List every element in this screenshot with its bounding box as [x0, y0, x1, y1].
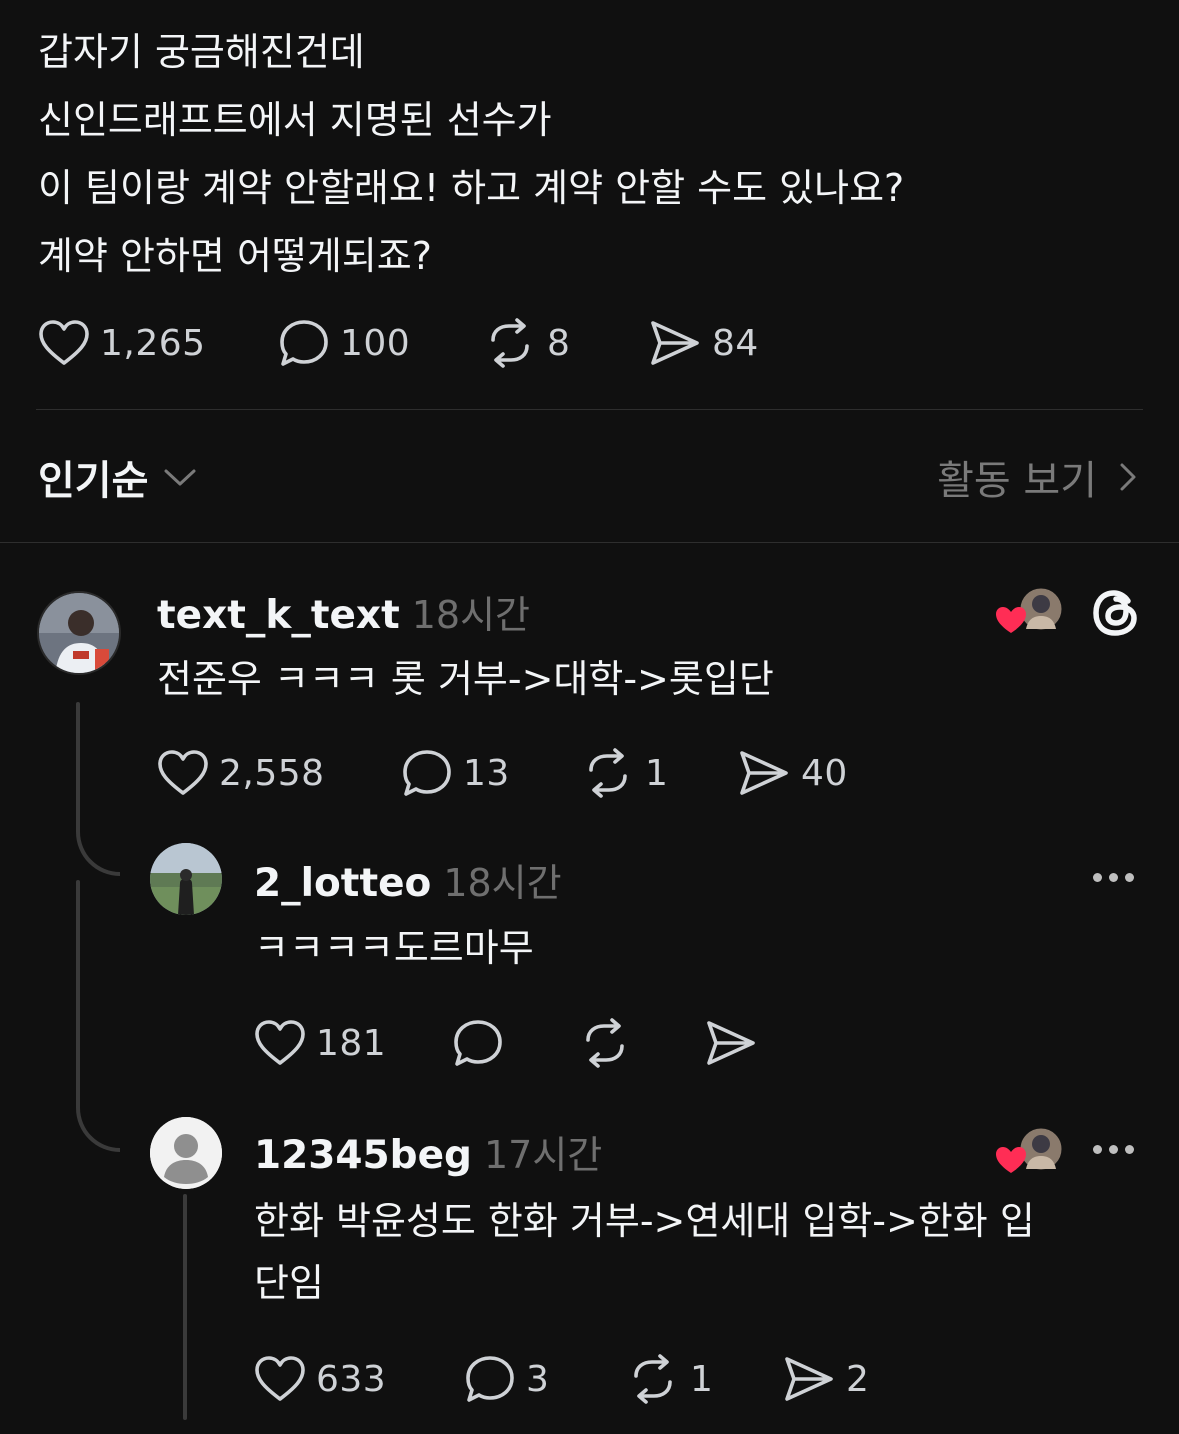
avatar[interactable] [150, 1117, 222, 1189]
avatar[interactable] [150, 843, 222, 915]
reply-text: 한화 박윤성도 한화 거부->연세대 입학->한화 입 단임 [254, 1190, 1134, 1314]
reply-text-line: 한화 박윤성도 한화 거부->연세대 입학->한화 입 [254, 1199, 1035, 1243]
post-action-bar: 1,265 100 8 84 [38, 318, 759, 368]
like-count: 181 [316, 1022, 387, 1064]
like-count: 1,265 [100, 322, 206, 364]
threads-logo-icon[interactable] [1090, 587, 1142, 643]
thread-line [76, 702, 80, 820]
reply-text: ㅋㅋㅋㅋ도르마무 [254, 926, 534, 970]
paper-plane-icon [651, 321, 699, 365]
speech-bubble-icon [466, 1356, 514, 1402]
chevron-right-icon [1120, 463, 1136, 491]
repost-count: 8 [547, 322, 571, 364]
comment-button[interactable] [452, 1018, 578, 1068]
repost-arrows-icon [586, 1018, 624, 1068]
author-liked-badge [994, 1125, 1068, 1177]
comment-button[interactable]: 13 [401, 748, 581, 798]
username[interactable]: 2_lotteo [254, 861, 431, 906]
post-text-line: 이 팀이랑 계약 안할래요! 하고 계약 안할 수도 있나요? [38, 166, 905, 210]
reply-action-bar: 181 [254, 1018, 758, 1068]
share-count: 40 [801, 752, 848, 794]
post-text-line: 계약 안하면 어떻게되죠? [38, 234, 432, 278]
comment-count: 100 [340, 322, 411, 364]
paper-plane-icon [707, 1021, 755, 1065]
reply-header: text_k_text 18시간 [157, 584, 530, 639]
thread-line [183, 1194, 187, 1420]
repost-button[interactable] [578, 1018, 704, 1068]
thread-line [76, 880, 80, 1100]
reply-action-bar: 633 3 1 2 [254, 1354, 869, 1404]
timestamp: 18시간 [443, 861, 562, 905]
divider [36, 409, 1143, 410]
comment-button[interactable]: 100 [278, 318, 483, 368]
share-count: 2 [846, 1358, 870, 1400]
username[interactable]: 12345beg [254, 1133, 472, 1178]
comment-count: 13 [463, 752, 510, 794]
default-avatar-icon [150, 1117, 222, 1189]
liked-by-author-icon [996, 585, 1065, 633]
like-count: 2,558 [219, 752, 325, 794]
username[interactable]: text_k_text [157, 593, 400, 638]
post-text-line: 신인드래프트에서 지명된 선수가 [38, 98, 552, 142]
share-button[interactable]: 40 [737, 748, 848, 798]
speech-bubble-icon [454, 1020, 502, 1066]
post-body: 갑자기 궁금해진건데 신인드래프트에서 지명된 선수가 이 팀이랑 계약 안할래… [38, 18, 1138, 290]
sort-row: 인기순 활동 보기 [38, 445, 1143, 509]
repost-count: 1 [690, 1358, 714, 1400]
timestamp: 18시간 [411, 593, 531, 637]
repost-button[interactable]: 1 [581, 748, 737, 798]
thread-connector [76, 1080, 120, 1152]
view-activity-link[interactable]: 활동 보기 [937, 448, 1143, 506]
share-button[interactable]: 2 [782, 1354, 869, 1404]
heart-outline-icon [255, 1356, 305, 1401]
heart-outline-icon [39, 320, 89, 365]
reply-text-line: 단임 [254, 1261, 324, 1305]
sort-label: 인기순 [38, 458, 149, 504]
reply-text: 전준우 ㅋㅋㅋ 롯 거부->대학->롯입단 [157, 657, 774, 701]
sort-dropdown[interactable]: 인기순 [38, 448, 200, 506]
reply-header: 12345beg 17시간 [254, 1124, 602, 1179]
repost-arrows-icon [491, 318, 529, 368]
repost-button[interactable]: 8 [483, 318, 648, 368]
view-activity-label: 활동 보기 [937, 458, 1097, 504]
thread-connector [76, 810, 120, 876]
comment-button[interactable]: 3 [464, 1354, 626, 1404]
more-dots-icon[interactable] [1093, 873, 1134, 882]
paper-plane-icon [785, 1357, 833, 1401]
repost-arrows-icon [634, 1354, 672, 1404]
more-dots-icon[interactable] [1093, 1145, 1134, 1154]
like-button[interactable]: 1,265 [38, 319, 278, 367]
like-button[interactable]: 2,558 [157, 749, 401, 797]
like-button[interactable]: 633 [254, 1355, 464, 1403]
section-divider [0, 542, 1179, 543]
share-button[interactable]: 84 [648, 318, 759, 368]
share-count: 84 [712, 322, 759, 364]
avatar-photo [150, 843, 222, 915]
post-text-line: 갑자기 궁금해진건데 [38, 30, 365, 74]
speech-bubble-icon [403, 750, 451, 796]
chevron-down-icon [164, 469, 196, 486]
timestamp: 17시간 [483, 1133, 603, 1177]
speech-bubble-icon [280, 320, 328, 366]
liked-by-author-icon [996, 1125, 1065, 1173]
heart-outline-icon [255, 1020, 305, 1065]
repost-arrows-icon [589, 748, 627, 798]
share-button[interactable] [704, 1018, 758, 1068]
reply-action-bar: 2,558 13 1 40 [157, 748, 848, 798]
like-button[interactable]: 181 [254, 1019, 452, 1067]
paper-plane-icon [740, 751, 788, 795]
comment-count: 3 [526, 1358, 550, 1400]
reply-header: 2_lotteo 18시간 [254, 852, 562, 907]
like-count: 633 [316, 1358, 387, 1400]
heart-outline-icon [158, 750, 208, 795]
avatar-photo [39, 593, 119, 673]
author-liked-badge [994, 585, 1068, 637]
avatar[interactable] [37, 591, 121, 675]
repost-count: 1 [645, 752, 669, 794]
repost-button[interactable]: 1 [626, 1354, 782, 1404]
